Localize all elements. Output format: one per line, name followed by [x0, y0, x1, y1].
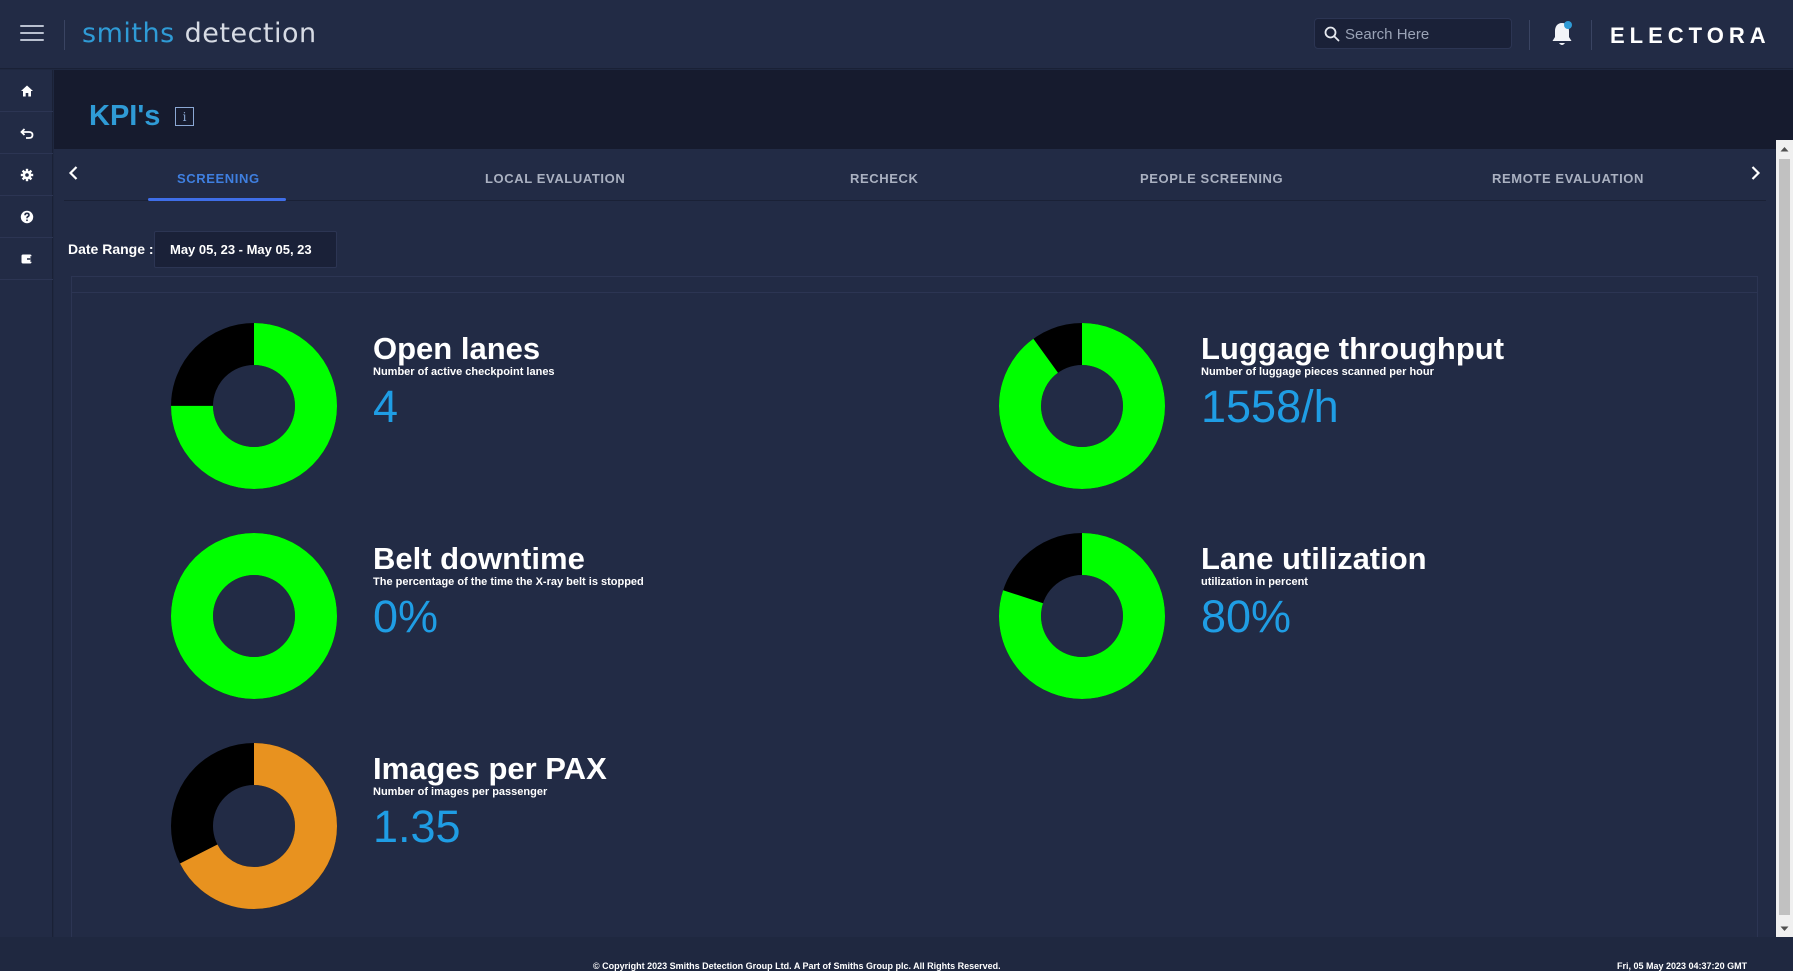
- server-timestamp: Fri, 05 May 2023 04:37:20 GMT: [1617, 961, 1748, 971]
- donut-chart: [999, 323, 1165, 489]
- kpi-description: utilization in percent: [1201, 576, 1308, 588]
- tab-remote-evaluation[interactable]: REMOTE EVALUATION: [1492, 171, 1644, 186]
- divider: [1591, 20, 1592, 50]
- divider: [1529, 20, 1530, 50]
- menu-icon[interactable]: [20, 25, 44, 43]
- active-tab-indicator: [148, 198, 286, 201]
- bell-icon[interactable]: [1550, 20, 1574, 48]
- divider: [64, 20, 65, 50]
- donut-fill-arc: [999, 323, 1165, 489]
- donut-chart: [171, 533, 337, 699]
- kpi-card-images-per-pax: Images per PAX Number of images per pass…: [171, 743, 871, 913]
- kpi-description: Number of active checkpoint lanes: [373, 366, 555, 378]
- donut-chart: [171, 323, 337, 489]
- kpi-card-belt-downtime: Belt downtime The percentage of the time…: [171, 533, 871, 703]
- caret-up-icon: [1780, 146, 1789, 151]
- copyright-text: © Copyright 2023 Smiths Detection Group …: [593, 961, 1001, 971]
- nav-back[interactable]: [0, 112, 53, 154]
- side-nav: [0, 70, 53, 967]
- top-bar: smiths detection ELECTORA: [0, 0, 1793, 69]
- tab-local-evaluation[interactable]: LOCAL EVALUATION: [485, 171, 625, 186]
- kpi-value: 1.35: [373, 801, 461, 852]
- logout-icon: [21, 254, 34, 263]
- caret-down-icon: [1780, 926, 1789, 931]
- tab-screening[interactable]: SCREENING: [177, 171, 260, 186]
- nav-home[interactable]: [0, 70, 53, 112]
- scroll-thumb[interactable]: [1779, 159, 1790, 915]
- chevron-right-icon[interactable]: [1745, 163, 1765, 183]
- kpi-value: 80%: [1201, 591, 1292, 642]
- date-range-label: Date Range :: [68, 241, 154, 257]
- donut-fill-arc: [171, 533, 337, 699]
- kpi-value: 1558/h: [1201, 381, 1339, 432]
- footer: © Copyright 2023 Smiths Detection Group …: [0, 937, 1793, 971]
- kpi-description: Number of images per passenger: [373, 786, 548, 798]
- date-range-picker[interactable]: May 05, 23 - May 05, 23: [154, 231, 337, 268]
- brand-logo[interactable]: smiths detection: [82, 18, 317, 49]
- kpi-title: Images per PAX: [373, 751, 607, 786]
- tab-bar: SCREENING LOCAL EVALUATION RECHECK PEOPL…: [64, 149, 1766, 201]
- logo-part-2: detection: [184, 18, 317, 49]
- kpi-card-luggage-throughput: Luggage throughput Number of luggage pie…: [999, 323, 1699, 493]
- search-box[interactable]: [1314, 18, 1512, 49]
- kpi-description: Number of luggage pieces scanned per hou…: [1201, 366, 1434, 378]
- donut-chart: [171, 743, 337, 909]
- tab-people-screening[interactable]: PEOPLE SCREENING: [1140, 171, 1283, 186]
- donut-chart: [999, 533, 1165, 699]
- kpi-title: Lane utilization: [1201, 541, 1427, 576]
- kpi-title: Open lanes: [373, 331, 541, 366]
- scroll-down-arrow[interactable]: [1776, 920, 1793, 937]
- home-icon: [20, 85, 33, 96]
- kpi-title: Luggage throughput: [1201, 331, 1505, 366]
- kpi-title: Belt downtime: [373, 541, 585, 576]
- chevron-left-icon[interactable]: [64, 163, 84, 183]
- scroll-up-arrow[interactable]: [1776, 140, 1793, 157]
- nav-help[interactable]: [0, 196, 53, 238]
- undo-icon: [19, 127, 33, 139]
- kpi-card-open-lanes: Open lanes Number of active checkpoint l…: [171, 323, 871, 493]
- nav-settings[interactable]: [0, 154, 53, 196]
- info-icon[interactable]: i: [175, 107, 194, 126]
- help-icon: [20, 210, 33, 223]
- kpi-value: 0%: [373, 591, 439, 642]
- tab-recheck[interactable]: RECHECK: [850, 171, 918, 186]
- kpi-value: 4: [373, 381, 399, 432]
- product-name: ELECTORA: [1610, 23, 1771, 48]
- logo-part-1: smiths: [82, 18, 175, 49]
- nav-logout[interactable]: [0, 238, 53, 280]
- search-icon: [1324, 26, 1340, 42]
- gear-icon: [20, 168, 33, 181]
- page-scrollbar[interactable]: [1776, 140, 1793, 937]
- search-input[interactable]: [1345, 23, 1505, 45]
- kpi-card-lane-utilization: Lane utilization utilization in percent …: [999, 533, 1699, 703]
- kpi-grid: Open lanes Number of active checkpoint l…: [72, 292, 1757, 938]
- page-title: KPI's: [89, 100, 161, 132]
- kpi-container: Open lanes Number of active checkpoint l…: [71, 276, 1758, 937]
- kpi-description: The percentage of the time the X-ray bel…: [373, 576, 644, 588]
- page-header: KPI's i: [54, 70, 1793, 149]
- kpi-panel: SCREENING LOCAL EVALUATION RECHECK PEOPL…: [54, 149, 1775, 937]
